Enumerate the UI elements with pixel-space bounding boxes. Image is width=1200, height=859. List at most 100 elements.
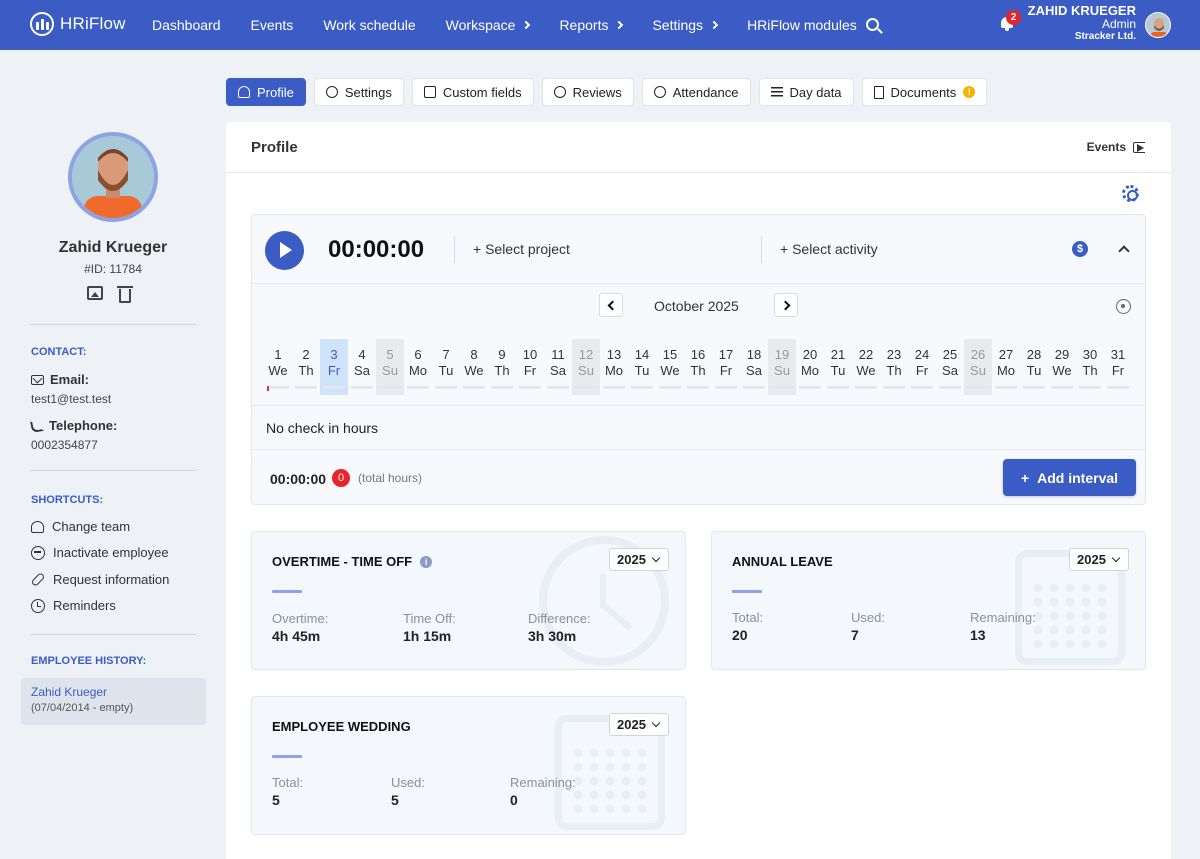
nav-item-work-schedule[interactable]: Work schedule	[323, 17, 415, 33]
prev-month-button[interactable]	[599, 293, 623, 317]
shortcut-reminders[interactable]: Reminders	[31, 598, 116, 613]
calendar-day[interactable]: 3 Fr	[320, 339, 348, 395]
calendar-day[interactable]: 4 Sa	[348, 339, 376, 395]
day-hours-bar	[351, 386, 373, 389]
tab-day-data[interactable]: Day data	[758, 78, 854, 106]
day-number: 25	[942, 347, 958, 362]
nav-item-events[interactable]: Events	[251, 17, 294, 33]
year-select[interactable]: 2025	[609, 548, 669, 571]
calendar-day[interactable]: 1 We	[264, 339, 292, 395]
year-select[interactable]: 2025	[1069, 548, 1129, 571]
calendar-day[interactable]: 6 Mo	[404, 339, 432, 395]
calendar-day[interactable]: 19 Su	[768, 339, 796, 395]
tab-documents[interactable]: Documents!	[861, 78, 988, 106]
day-hours-bar	[883, 386, 905, 389]
image-icon[interactable]	[87, 286, 103, 300]
avatar[interactable]	[1145, 12, 1171, 38]
day-number: 24	[914, 347, 930, 362]
chevron-up-icon[interactable]	[1118, 245, 1130, 257]
tab-custom-fields[interactable]: Custom fields	[411, 78, 534, 106]
email-value[interactable]: test1@test.test	[31, 392, 111, 406]
warning-icon: !	[963, 86, 976, 98]
app-logo[interactable]: HRiFlow	[30, 12, 126, 36]
shortcut-request-information[interactable]: Request information	[30, 572, 169, 587]
day-number: 15	[662, 347, 678, 362]
nav-item-dashboard[interactable]: Dashboard	[152, 17, 221, 33]
calendar-day[interactable]: 23 Th	[880, 339, 908, 395]
calendar-day[interactable]: 11 Sa	[544, 339, 572, 395]
calendar-day[interactable]: 7 Tu	[432, 339, 460, 395]
weekday-label: Mo	[408, 363, 428, 378]
play-button[interactable]	[265, 231, 304, 270]
history-item[interactable]: Zahid Krueger (07/04/2014 - empty)	[21, 678, 206, 725]
calendar-day[interactable]: 24 Fr	[908, 339, 936, 395]
nav-item-reports[interactable]: Reports	[559, 17, 624, 33]
calendar-day[interactable]: 18 Sa	[740, 339, 768, 395]
annual-leave-card: ANNUAL LEAVE 2025 Total: 20 Used: 7 Remain…	[711, 531, 1146, 670]
profile-panel: Profile Events 00:00:00 + Select project…	[226, 122, 1171, 859]
used-value: Used: 7	[851, 610, 885, 643]
tab-label: Attendance	[672, 84, 739, 100]
tab-label: Custom fields	[442, 84, 522, 100]
calendar-day[interactable]: 13 Mo	[600, 339, 628, 395]
calendar-day[interactable]: 27 Mo	[992, 339, 1020, 395]
calendar-day[interactable]: 17 Fr	[712, 339, 740, 395]
calendar-day[interactable]: 21 Tu	[824, 339, 852, 395]
calendar-day[interactable]: 12 Su	[572, 339, 600, 395]
calendar-day[interactable]: 22 We	[852, 339, 880, 395]
day-number: 22	[858, 347, 874, 362]
calendar-day[interactable]: 26 Su	[964, 339, 992, 395]
calendar-day[interactable]: 2 Th	[292, 339, 320, 395]
tab-reviews[interactable]: Reviews	[541, 78, 634, 106]
select-activity[interactable]: + Select activity	[780, 241, 878, 257]
calendar-day[interactable]: 14 Tu	[628, 339, 656, 395]
add-interval-button[interactable]: + Add interval	[1003, 459, 1136, 496]
day-number: 28	[1026, 347, 1042, 362]
calendar-day[interactable]: 9 Th	[488, 339, 516, 395]
select-project[interactable]: + Select project	[473, 241, 570, 257]
gear-icon	[325, 86, 338, 98]
calendar-day[interactable]: 30 Th	[1076, 339, 1104, 395]
weekday-label: Th	[494, 363, 510, 378]
tab-attendance[interactable]: Attendance	[641, 78, 751, 106]
dollar-icon[interactable]: $	[1072, 241, 1088, 257]
chevron-right-icon	[709, 20, 719, 30]
calendar-day[interactable]: 15 We	[656, 339, 684, 395]
clock-icon	[653, 86, 666, 98]
nav-item-settings[interactable]: Settings	[652, 17, 719, 33]
user-menu[interactable]: ZAHID KRUEGER Admin Stracker Ltd.	[1028, 3, 1136, 42]
day-number: 9	[498, 347, 506, 362]
gear-icon[interactable]	[1122, 185, 1139, 202]
shortcut-change-team[interactable]: Change team	[31, 519, 130, 534]
locate-icon[interactable]	[1116, 299, 1131, 314]
tab-settings[interactable]: Settings	[313, 78, 404, 106]
nav-item-workspace[interactable]: Workspace	[446, 17, 531, 33]
weekday-label: Tu	[634, 363, 650, 378]
tab-profile[interactable]: Profile	[226, 78, 306, 106]
day-hours-bar	[659, 386, 681, 389]
calendar-day[interactable]: 5 Su	[376, 339, 404, 395]
alarm-icon	[31, 598, 45, 613]
calendar-day[interactable]: 8 We	[460, 339, 488, 395]
day-hours-bar	[491, 386, 513, 389]
employee-id: #ID: 11784	[84, 262, 142, 276]
year-select[interactable]: 2025	[609, 713, 669, 736]
next-month-button[interactable]	[774, 293, 798, 317]
info-icon[interactable]: i	[420, 555, 433, 568]
calendar-day[interactable]: 10 Fr	[516, 339, 544, 395]
shortcut-inactivate-employee[interactable]: Inactivate employee	[31, 545, 169, 560]
trash-icon[interactable]	[117, 286, 133, 303]
calendar-day[interactable]: 28 Tu	[1020, 339, 1048, 395]
weekday-label: We	[660, 363, 680, 378]
events-link[interactable]: Events	[1087, 140, 1145, 154]
calendar-day[interactable]: 20 Mo	[796, 339, 824, 395]
divider	[30, 470, 196, 471]
telephone-value[interactable]: 0002354877	[31, 438, 98, 452]
search-icon[interactable]	[866, 18, 879, 31]
calendar-day[interactable]: 25 Sa	[936, 339, 964, 395]
calendar-day[interactable]: 31 Fr	[1104, 339, 1132, 395]
calendar-day[interactable]: 29 We	[1048, 339, 1076, 395]
calendar-day[interactable]: 16 Th	[684, 339, 712, 395]
divider	[761, 236, 762, 263]
nav-item-hriflow-modules[interactable]: HRiFlow modules	[747, 17, 857, 33]
